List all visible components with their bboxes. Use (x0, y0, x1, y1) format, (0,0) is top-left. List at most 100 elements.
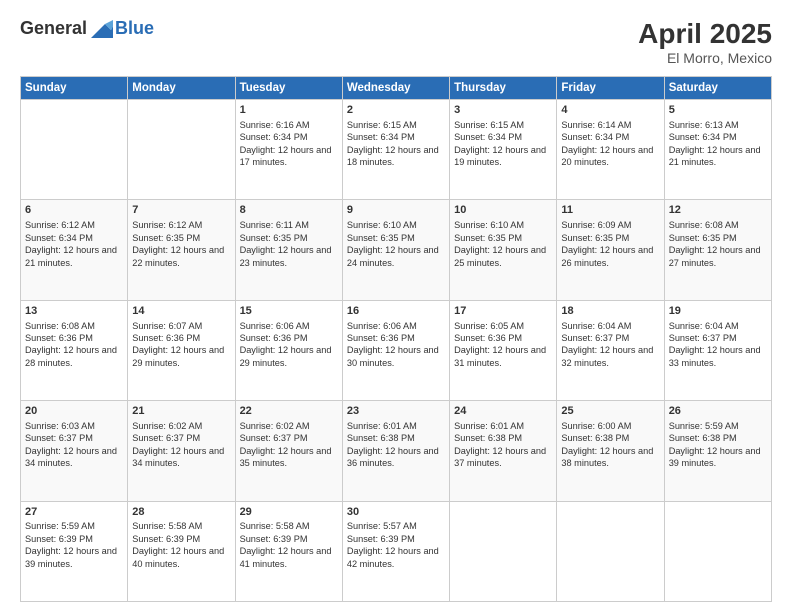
day-number: 21 (132, 404, 230, 419)
day-number: 16 (347, 304, 445, 319)
day-info: Sunset: 6:39 PM (25, 533, 123, 545)
day-number: 4 (561, 103, 659, 118)
calendar-cell: 16Sunrise: 6:06 AMSunset: 6:36 PMDayligh… (342, 300, 449, 400)
calendar-cell: 27Sunrise: 5:59 AMSunset: 6:39 PMDayligh… (21, 501, 128, 601)
day-info: Sunset: 6:34 PM (669, 131, 767, 143)
day-number: 3 (454, 103, 552, 118)
day-number: 25 (561, 404, 659, 419)
calendar-cell: 22Sunrise: 6:02 AMSunset: 6:37 PMDayligh… (235, 401, 342, 501)
logo-general: General (20, 18, 87, 39)
day-number: 30 (347, 505, 445, 520)
day-info: Sunrise: 6:12 AM (25, 219, 123, 231)
day-info: Daylight: 12 hours and 25 minutes. (454, 244, 552, 269)
day-info: Daylight: 12 hours and 18 minutes. (347, 144, 445, 169)
calendar-week-row: 6Sunrise: 6:12 AMSunset: 6:34 PMDaylight… (21, 200, 772, 300)
col-monday: Monday (128, 77, 235, 100)
calendar-cell: 14Sunrise: 6:07 AMSunset: 6:36 PMDayligh… (128, 300, 235, 400)
calendar-cell: 4Sunrise: 6:14 AMSunset: 6:34 PMDaylight… (557, 100, 664, 200)
calendar-cell: 21Sunrise: 6:02 AMSunset: 6:37 PMDayligh… (128, 401, 235, 501)
day-info: Daylight: 12 hours and 39 minutes. (25, 545, 123, 570)
day-info: Sunrise: 5:57 AM (347, 520, 445, 532)
day-number: 19 (669, 304, 767, 319)
day-info: Sunrise: 6:15 AM (347, 119, 445, 131)
day-info: Sunrise: 6:15 AM (454, 119, 552, 131)
day-number: 20 (25, 404, 123, 419)
day-info: Sunrise: 6:06 AM (347, 320, 445, 332)
calendar-cell: 17Sunrise: 6:05 AMSunset: 6:36 PMDayligh… (450, 300, 557, 400)
day-number: 22 (240, 404, 338, 419)
day-info: Daylight: 12 hours and 36 minutes. (347, 445, 445, 470)
day-number: 28 (132, 505, 230, 520)
day-info: Sunrise: 6:04 AM (561, 320, 659, 332)
day-info: Sunset: 6:38 PM (454, 432, 552, 444)
day-info: Daylight: 12 hours and 42 minutes. (347, 545, 445, 570)
day-info: Sunset: 6:35 PM (132, 232, 230, 244)
day-info: Sunrise: 5:58 AM (240, 520, 338, 532)
day-info: Sunset: 6:35 PM (454, 232, 552, 244)
col-saturday: Saturday (664, 77, 771, 100)
day-info: Daylight: 12 hours and 29 minutes. (132, 344, 230, 369)
day-info: Sunrise: 6:02 AM (240, 420, 338, 432)
day-info: Daylight: 12 hours and 28 minutes. (25, 344, 123, 369)
day-info: Sunrise: 6:06 AM (240, 320, 338, 332)
calendar-cell: 20Sunrise: 6:03 AMSunset: 6:37 PMDayligh… (21, 401, 128, 501)
day-info: Sunrise: 6:08 AM (669, 219, 767, 231)
day-info: Daylight: 12 hours and 34 minutes. (25, 445, 123, 470)
day-info: Sunrise: 5:59 AM (669, 420, 767, 432)
day-number: 9 (347, 203, 445, 218)
day-info: Daylight: 12 hours and 35 minutes. (240, 445, 338, 470)
day-info: Sunset: 6:39 PM (347, 533, 445, 545)
calendar-cell: 11Sunrise: 6:09 AMSunset: 6:35 PMDayligh… (557, 200, 664, 300)
col-thursday: Thursday (450, 77, 557, 100)
calendar-week-row: 1Sunrise: 6:16 AMSunset: 6:34 PMDaylight… (21, 100, 772, 200)
day-number: 8 (240, 203, 338, 218)
header: General Blue April 2025 El Morro, Mexico (20, 18, 772, 66)
calendar-cell (21, 100, 128, 200)
day-number: 10 (454, 203, 552, 218)
day-info: Sunrise: 6:10 AM (347, 219, 445, 231)
day-info: Daylight: 12 hours and 29 minutes. (240, 344, 338, 369)
calendar-cell: 6Sunrise: 6:12 AMSunset: 6:34 PMDaylight… (21, 200, 128, 300)
day-info: Sunrise: 6:14 AM (561, 119, 659, 131)
day-number: 23 (347, 404, 445, 419)
day-number: 1 (240, 103, 338, 118)
day-number: 11 (561, 203, 659, 218)
day-info: Daylight: 12 hours and 20 minutes. (561, 144, 659, 169)
calendar-table: Sunday Monday Tuesday Wednesday Thursday… (20, 76, 772, 602)
day-info: Sunset: 6:38 PM (347, 432, 445, 444)
logo-blue: Blue (115, 18, 154, 39)
title-block: April 2025 El Morro, Mexico (638, 18, 772, 66)
day-number: 26 (669, 404, 767, 419)
day-info: Daylight: 12 hours and 26 minutes. (561, 244, 659, 269)
day-info: Sunset: 6:39 PM (132, 533, 230, 545)
day-info: Sunrise: 6:16 AM (240, 119, 338, 131)
day-info: Daylight: 12 hours and 40 minutes. (132, 545, 230, 570)
day-info: Sunrise: 6:01 AM (454, 420, 552, 432)
calendar-cell: 15Sunrise: 6:06 AMSunset: 6:36 PMDayligh… (235, 300, 342, 400)
day-info: Sunrise: 6:09 AM (561, 219, 659, 231)
calendar-cell: 5Sunrise: 6:13 AMSunset: 6:34 PMDaylight… (664, 100, 771, 200)
logo: General Blue (20, 18, 154, 39)
calendar-page: General Blue April 2025 El Morro, Mexico… (0, 0, 792, 612)
day-number: 15 (240, 304, 338, 319)
col-friday: Friday (557, 77, 664, 100)
day-info: Sunset: 6:35 PM (240, 232, 338, 244)
calendar-cell: 8Sunrise: 6:11 AMSunset: 6:35 PMDaylight… (235, 200, 342, 300)
day-info: Sunrise: 5:59 AM (25, 520, 123, 532)
calendar-cell: 28Sunrise: 5:58 AMSunset: 6:39 PMDayligh… (128, 501, 235, 601)
day-number: 12 (669, 203, 767, 218)
day-info: Daylight: 12 hours and 24 minutes. (347, 244, 445, 269)
day-info: Sunrise: 5:58 AM (132, 520, 230, 532)
day-number: 14 (132, 304, 230, 319)
day-info: Sunset: 6:38 PM (561, 432, 659, 444)
day-info: Sunset: 6:36 PM (240, 332, 338, 344)
calendar-cell: 2Sunrise: 6:15 AMSunset: 6:34 PMDaylight… (342, 100, 449, 200)
day-info: Daylight: 12 hours and 32 minutes. (561, 344, 659, 369)
calendar-cell: 25Sunrise: 6:00 AMSunset: 6:38 PMDayligh… (557, 401, 664, 501)
day-info: Sunset: 6:34 PM (561, 131, 659, 143)
day-info: Sunrise: 6:00 AM (561, 420, 659, 432)
calendar-cell: 7Sunrise: 6:12 AMSunset: 6:35 PMDaylight… (128, 200, 235, 300)
calendar-cell (557, 501, 664, 601)
day-info: Daylight: 12 hours and 23 minutes. (240, 244, 338, 269)
day-info: Sunset: 6:36 PM (454, 332, 552, 344)
